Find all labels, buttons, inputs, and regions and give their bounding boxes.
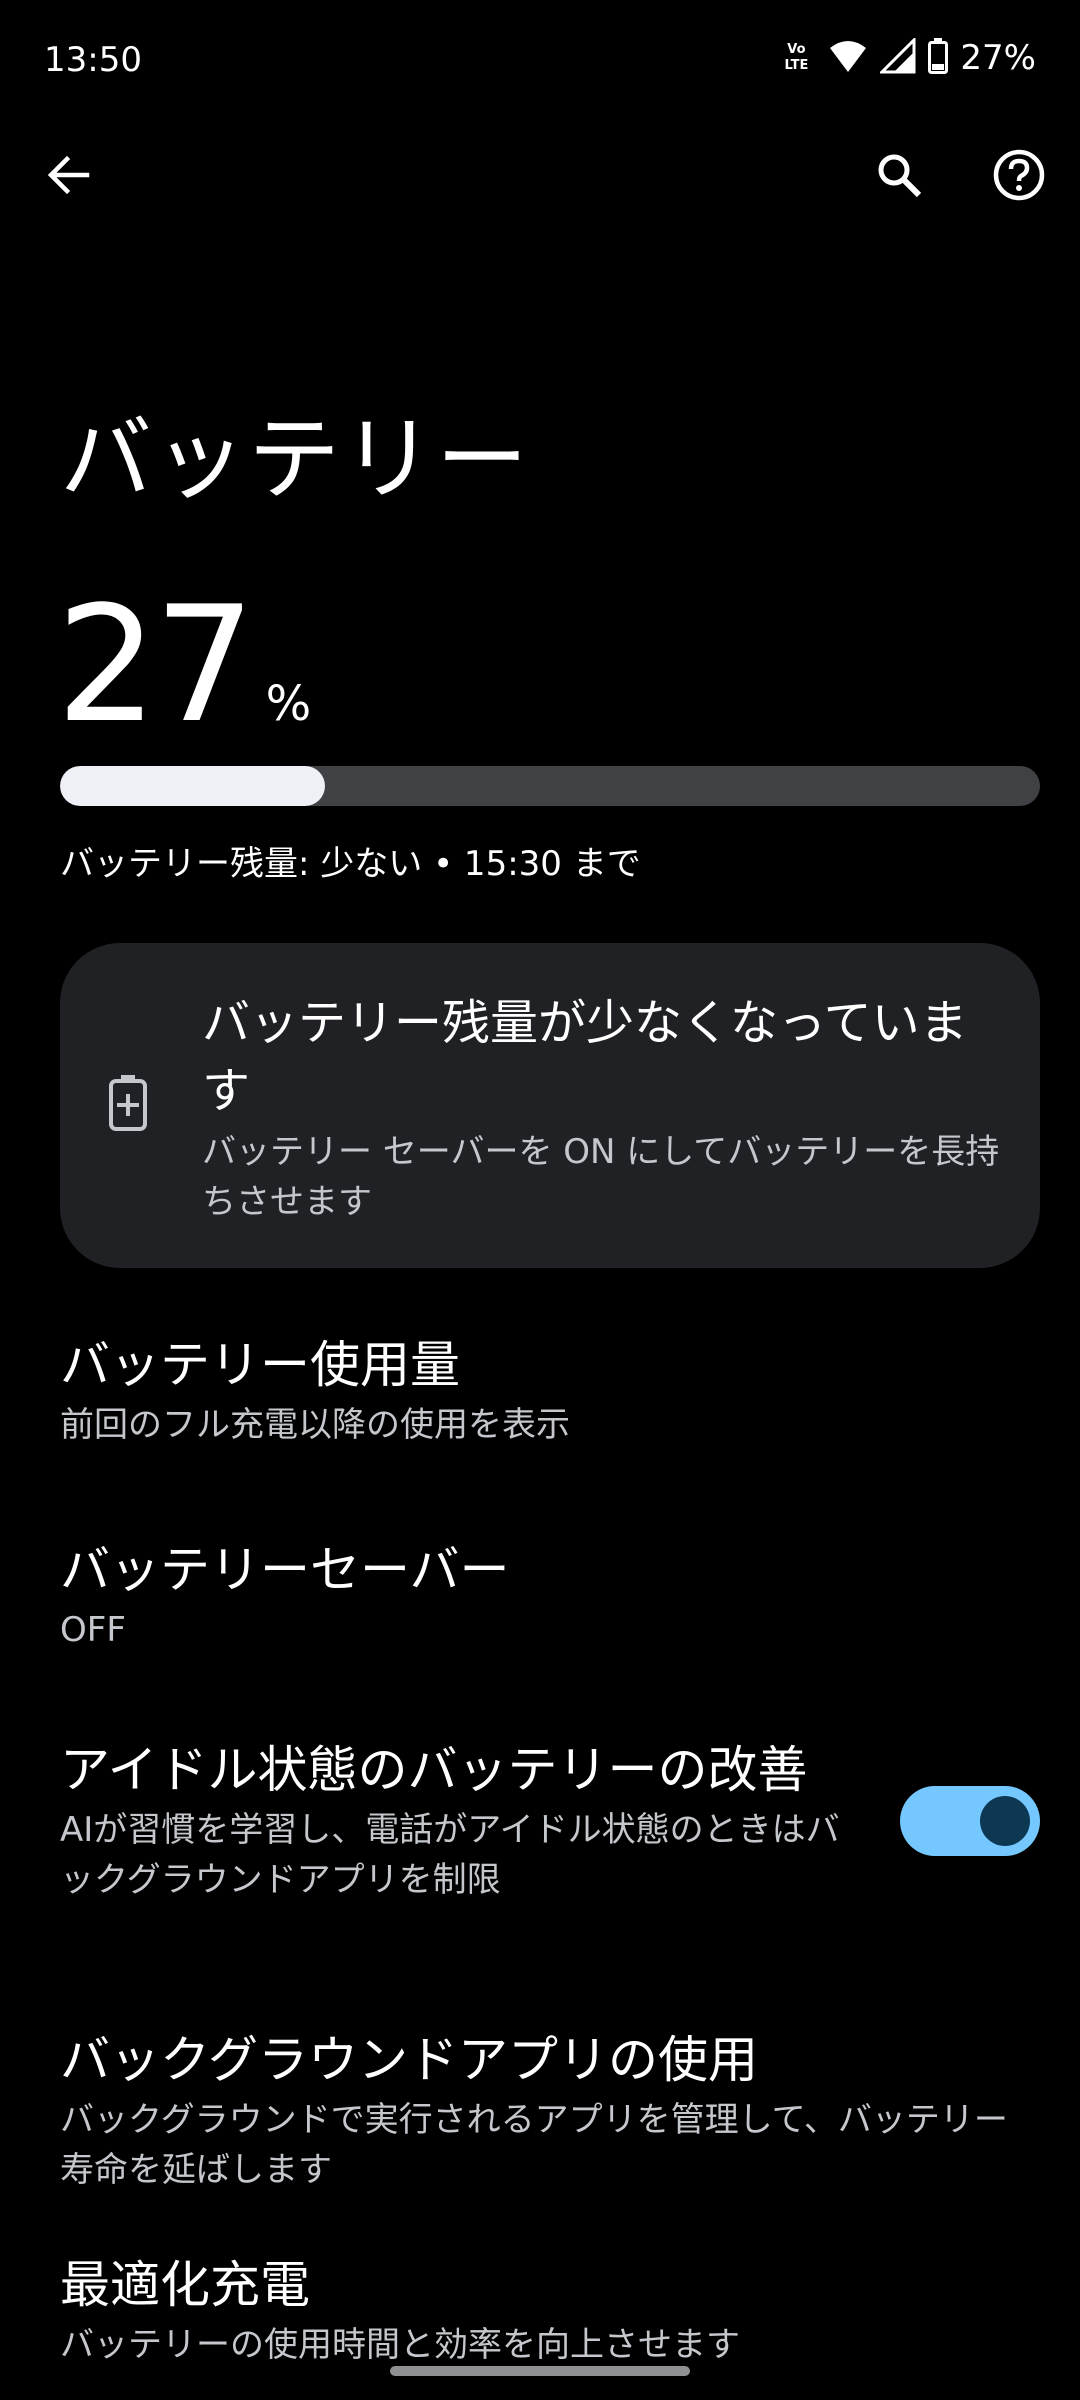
battery-plus-icon — [98, 1073, 158, 1133]
battery-percent-text: 27% — [960, 38, 1036, 78]
list-item-subtitle: バッテリーの使用時間と効率を向上させます — [60, 2325, 740, 2365]
battery-progress-fill — [60, 766, 325, 806]
page-title: バッテリー — [60, 406, 531, 513]
list-item-subtitle: OFF — [60, 1610, 126, 1650]
list-item-battery-usage[interactable]: バッテリー使用量 前回のフル充電以降の使用を表示 — [60, 1330, 1040, 1450]
list-item-title: バッテリー使用量 — [60, 1336, 460, 1394]
list-item-subtitle: AIが習慣を学習し、電話がアイドル状態のときはバックグラウンドアプリを制限 — [60, 1810, 840, 1900]
list-item-title: 最適化充電 — [60, 2256, 310, 2314]
status-bar: 13:50 Vo LTE 27% — [0, 0, 1080, 120]
back-arrow-icon — [47, 153, 91, 201]
back-button[interactable] — [36, 144, 102, 210]
gesture-nav-handle[interactable] — [390, 2366, 690, 2376]
battery-progress-bar — [60, 766, 1040, 806]
status-icons: Vo LTE 27% — [776, 36, 1036, 78]
list-item-background-app-usage[interactable]: バックグラウンドアプリの使用 バックグラウンドで実行されるアプリを管理して、バッ… — [60, 2025, 1040, 2195]
status-time: 13:50 — [44, 40, 142, 80]
volte-label-bottom: LTE — [784, 58, 809, 73]
low-battery-card-subtitle: バッテリー セーバーを ON にしてバッテリーを長持ちさせます — [202, 1132, 1000, 1222]
list-item-title: バッテリーセーバー — [60, 1541, 510, 1599]
list-item-subtitle: 前回のフル充電以降の使用を表示 — [60, 1405, 570, 1445]
wifi-icon — [828, 38, 868, 78]
battery-level: 27 % — [56, 585, 311, 745]
help-icon — [993, 149, 1045, 205]
list-item-title: バックグラウンドアプリの使用 — [60, 2031, 758, 2089]
list-item-adaptive-battery[interactable]: アイドル状態のバッテリーの改善 AIが習慣を学習し、電話がアイドル状態のときはバ… — [60, 1735, 860, 1905]
volte-icon: Vo LTE — [776, 38, 816, 78]
list-item-battery-saver[interactable]: バッテリーセーバー OFF — [60, 1535, 1040, 1655]
search-icon — [875, 151, 923, 203]
list-item-title: アイドル状態のバッテリーの改善 — [60, 1741, 808, 1799]
battery-level-unit: % — [265, 676, 312, 732]
low-battery-card[interactable]: バッテリー残量が少なくなっています バッテリー セーバーを ON にしてバッテリ… — [60, 943, 1040, 1268]
list-item-subtitle: バックグラウンドで実行されるアプリを管理して、バッテリー寿命を延ばします — [60, 2100, 1008, 2190]
low-battery-card-title: バッテリー残量が少なくなっています — [202, 995, 968, 1119]
help-button[interactable] — [986, 144, 1052, 210]
signal-icon — [878, 36, 916, 78]
battery-level-number: 27 — [56, 571, 256, 758]
battery-icon — [928, 38, 949, 78]
toggle-thumb — [980, 1796, 1030, 1846]
list-item-optimized-charging[interactable]: 最適化充電 バッテリーの使用時間と効率を向上させます — [60, 2250, 1040, 2370]
top-app-bar — [0, 130, 1080, 220]
battery-status-text: バッテリー残量: 少ない • 15:30 まで — [60, 844, 641, 884]
adaptive-battery-toggle[interactable] — [900, 1786, 1040, 1856]
volte-label-top: Vo — [787, 42, 806, 57]
search-button[interactable] — [866, 144, 932, 210]
